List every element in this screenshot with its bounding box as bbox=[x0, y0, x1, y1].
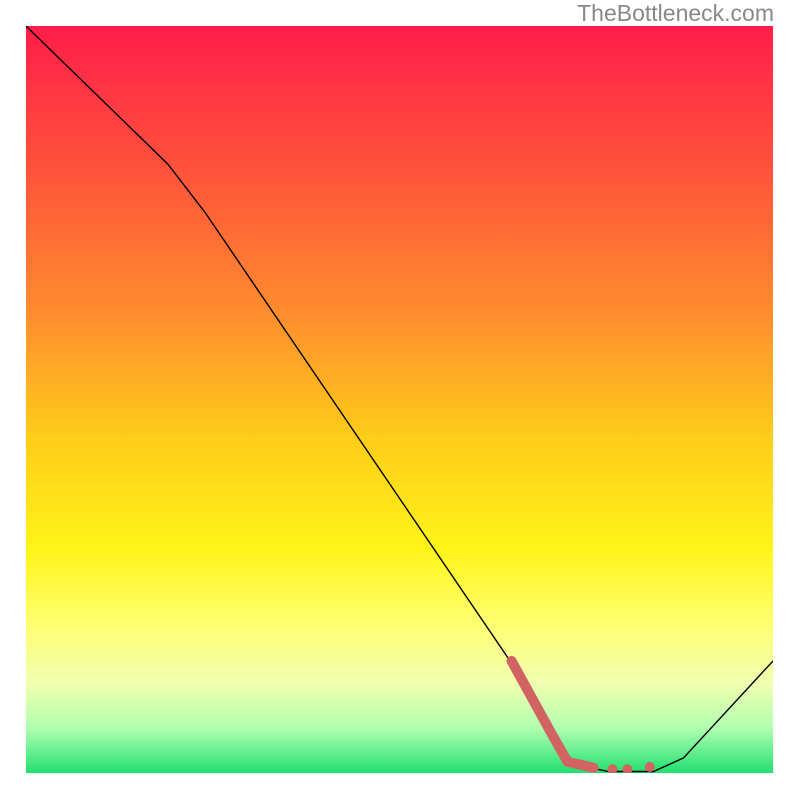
gradient-background bbox=[26, 26, 773, 773]
chart-svg bbox=[26, 26, 773, 773]
chart-container: TheBottleneck.com bbox=[0, 0, 800, 800]
plot-area bbox=[26, 26, 773, 773]
watermark-text: TheBottleneck.com bbox=[577, 0, 774, 27]
highlight-dot-2 bbox=[645, 762, 655, 772]
